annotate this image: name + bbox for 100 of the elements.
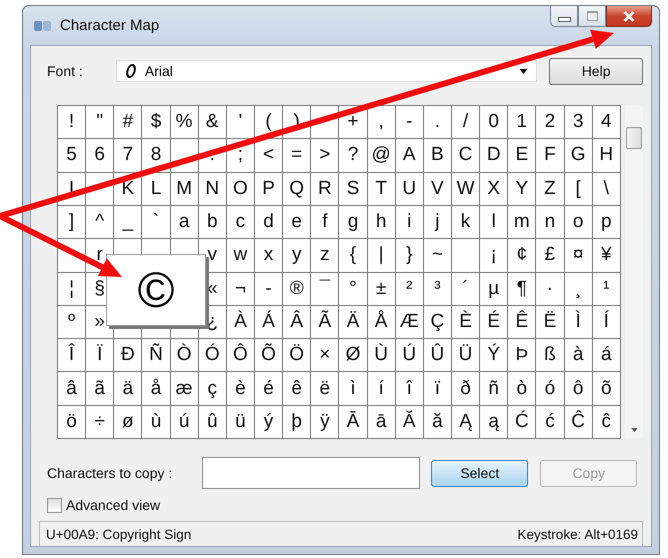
character-cell[interactable]: 2 [536, 106, 565, 140]
character-cell[interactable]: å [142, 372, 171, 406]
character-cell[interactable]: - [396, 106, 424, 140]
character-cell[interactable]: Ü [452, 339, 480, 372]
character-cell[interactable]: f [311, 206, 340, 240]
character-cell[interactable]: j [424, 206, 452, 240]
character-cell[interactable]: × [311, 339, 340, 372]
character-cell[interactable]: â [58, 372, 86, 406]
character-cell[interactable]: ú [170, 406, 199, 439]
character-cell[interactable]: ă [424, 406, 452, 439]
character-cell[interactable]: P [254, 172, 284, 206]
character-cell[interactable]: ç [198, 372, 227, 406]
character-cell[interactable]: # [114, 106, 142, 140]
select-button[interactable]: Select [431, 460, 528, 486]
character-cell[interactable]: Â [283, 306, 312, 340]
character-cell[interactable]: ° [339, 272, 368, 306]
character-cell[interactable]: ã [86, 372, 114, 406]
character-cell[interactable]: Ã [311, 306, 340, 340]
character-cell[interactable]: a [170, 206, 199, 240]
character-cell[interactable]: g [339, 206, 368, 240]
character-cell[interactable]: x [254, 239, 284, 273]
character-cell[interactable]: , [368, 106, 396, 140]
character-cell[interactable]: á [592, 339, 621, 372]
character-cell[interactable]: F [536, 139, 565, 173]
character-cell[interactable]: > [311, 139, 340, 173]
character-cell[interactable]: e [283, 206, 312, 240]
character-cell[interactable]: Ð [114, 339, 142, 372]
character-cell[interactable]: Æ [396, 306, 424, 340]
character-cell[interactable]: ä [114, 372, 142, 406]
advanced-view-label[interactable]: Advanced view [66, 497, 160, 513]
character-cell[interactable]: z [311, 239, 340, 273]
character-cell[interactable]: é [254, 372, 284, 406]
character-cell[interactable]: $ [142, 106, 171, 140]
character-cell[interactable]: L [142, 172, 171, 206]
character-cell[interactable]: Ó [198, 339, 227, 372]
character-cell[interactable]: ù [142, 406, 171, 439]
character-cell[interactable]: ð [452, 372, 480, 406]
character-cell[interactable]: k [452, 206, 480, 240]
character-cell[interactable]: £ [536, 239, 565, 273]
character-cell[interactable]: î [396, 372, 424, 406]
character-cell[interactable]: ü [226, 406, 255, 439]
character-cell[interactable]: & [198, 106, 227, 140]
character-cell[interactable]: @ [368, 139, 396, 173]
character-cell[interactable]: Ç [424, 306, 452, 340]
character-cell[interactable]: Ă [396, 406, 424, 439]
character-cell[interactable]: i [396, 206, 424, 240]
character-cell[interactable]: ! [58, 106, 86, 140]
character-cell[interactable]: h [368, 206, 396, 240]
character-cell[interactable]: ñ [480, 372, 508, 406]
character-cell[interactable]: W [452, 172, 480, 206]
character-cell[interactable]: ā [368, 406, 396, 439]
character-cell[interactable]: ¯ [311, 272, 340, 306]
character-cell[interactable]: ¶ [508, 272, 536, 306]
character-cell[interactable]: V [424, 172, 452, 206]
character-cell[interactable]: Ä [339, 306, 368, 340]
character-cell[interactable]: ö [58, 406, 86, 439]
character-cell[interactable]: ý [254, 406, 284, 439]
character-cell[interactable]: Ù [368, 339, 396, 372]
character-cell[interactable]: ~ [424, 239, 452, 273]
character-cell[interactable]: 1 [508, 106, 536, 140]
character-cell[interactable]: Í [592, 306, 621, 340]
character-cell[interactable]: B [424, 139, 452, 173]
character-cell[interactable]: m [508, 206, 536, 240]
character-cell[interactable]: S [339, 172, 368, 206]
character-cell[interactable]: Q [283, 172, 312, 206]
character-cell[interactable]: Ā [339, 406, 368, 439]
character-cell[interactable]: y [283, 239, 312, 273]
character-cell[interactable]: Û [424, 339, 452, 372]
character-cell[interactable]: Ą [452, 406, 480, 439]
character-cell[interactable]: ³ [424, 272, 452, 306]
character-cell[interactable]: ´ [452, 272, 480, 306]
character-cell[interactable]: Ĉ [564, 406, 593, 439]
character-cell[interactable]: 5 [58, 139, 86, 173]
character-cell[interactable]: X [480, 172, 508, 206]
character-cell[interactable]: d [254, 206, 284, 240]
character-cell[interactable]: õ [592, 372, 621, 406]
character-cell[interactable]: ò [508, 372, 536, 406]
character-cell[interactable]: í [368, 372, 396, 406]
character-cell[interactable]: . [424, 106, 452, 140]
character-cell[interactable]: æ [170, 372, 199, 406]
character-cell[interactable]: G [564, 139, 593, 173]
character-cell[interactable]: 3 [564, 106, 593, 140]
character-cell[interactable]: ¢ [508, 239, 536, 273]
character-cell[interactable]: Ô [226, 339, 255, 372]
character-cell[interactable]: Y [508, 172, 536, 206]
character-cell[interactable]: ² [396, 272, 424, 306]
character-cell[interactable]: M [170, 172, 199, 206]
character-cell[interactable]: T [368, 172, 396, 206]
character-cell[interactable]: ë [311, 372, 340, 406]
character-cell[interactable]: ÿ [311, 406, 340, 439]
character-cell[interactable]: - [254, 272, 284, 306]
character-cell[interactable]: Z [536, 172, 565, 206]
character-cell[interactable]: A [396, 139, 424, 173]
character-cell[interactable]: C [452, 139, 480, 173]
character-cell[interactable]: û [198, 406, 227, 439]
character-cell[interactable]: Î [58, 339, 86, 372]
character-cell[interactable]: ø [114, 406, 142, 439]
character-cell[interactable]: ¸ [564, 272, 593, 306]
character-cell[interactable]: ± [368, 272, 396, 306]
character-cell[interactable]: ô [564, 372, 593, 406]
